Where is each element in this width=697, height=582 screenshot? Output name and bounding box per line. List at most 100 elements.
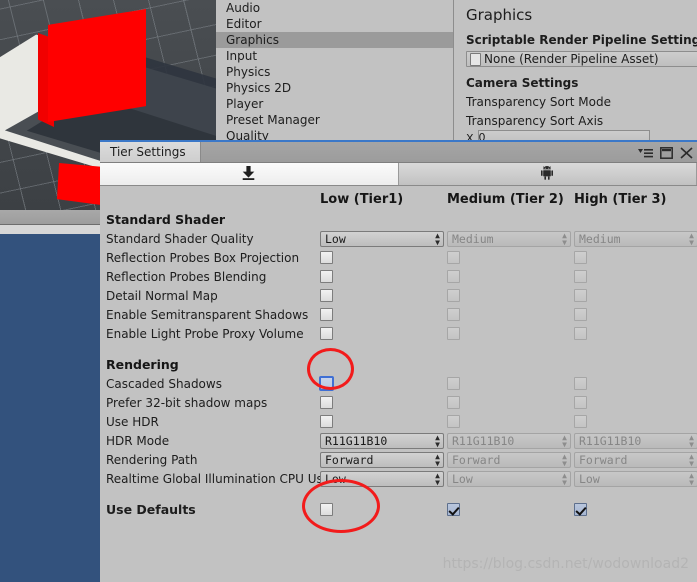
- settings-category-audio[interactable]: Audio: [216, 0, 453, 16]
- reflection-probes-box-projection-checkbox-tier1[interactable]: [320, 251, 333, 264]
- chevron-updown-icon: ▲ ▼: [689, 230, 694, 247]
- enable-semitransparent-shadows-checkbox-tier1[interactable]: [320, 308, 333, 321]
- enable-semitransparent-shadows-checkbox-tier3[interactable]: [574, 308, 587, 321]
- dropdown-value: Low: [325, 231, 346, 246]
- menu-icon[interactable]: [638, 144, 653, 163]
- cell-tier2: Low ▲ ▼: [447, 470, 574, 487]
- cell-tier2: [447, 308, 574, 321]
- cell-tier3: [574, 415, 697, 428]
- tier-column-headers: Low (Tier1) Medium (Tier 2) High (Tier 3…: [104, 188, 697, 210]
- platform-tab-bar[interactable]: [100, 163, 697, 186]
- tier-settings-titlebar[interactable]: Tier Settings: [100, 142, 697, 163]
- use-hdr-checkbox-tier1[interactable]: [320, 415, 333, 428]
- reflection-probes-box-projection-checkbox-tier3[interactable]: [574, 251, 587, 264]
- prefer-32bit-shadow-maps-checkbox-tier1[interactable]: [320, 396, 333, 409]
- chevron-updown-icon: ▲ ▼: [689, 432, 694, 449]
- standard-shader-quality-dropdown-tier1[interactable]: Low ▲ ▼: [320, 230, 444, 247]
- srp-section-header: Scriptable Render Pipeline Settings: [466, 33, 697, 47]
- chevron-updown-icon: ▲ ▼: [562, 230, 567, 247]
- hdr-mode-dropdown-tier3[interactable]: R11G11B10 ▲ ▼: [574, 432, 697, 449]
- settings-category-graphics[interactable]: Graphics: [216, 32, 453, 48]
- rendering-path-dropdown-tier2[interactable]: Forward ▲ ▼: [447, 451, 571, 468]
- settings-category-label: Editor: [226, 17, 262, 31]
- standard-shader-quality-dropdown-tier2[interactable]: Medium ▲ ▼: [447, 230, 571, 247]
- reflection-probes-blending-checkbox-tier2[interactable]: [447, 270, 460, 283]
- tab-label: Tier Settings: [110, 145, 186, 159]
- dropdown-value: Forward: [325, 452, 374, 467]
- reflection-probes-blending-checkbox-tier3[interactable]: [574, 270, 587, 283]
- use-hdr-checkbox-tier3[interactable]: [574, 415, 587, 428]
- group-title-rendering: Rendering: [106, 357, 179, 372]
- cell-tier2: [447, 503, 574, 516]
- chevron-updown-icon: ▲ ▼: [689, 470, 694, 487]
- dropdown-value: Medium: [452, 231, 494, 246]
- settings-category-preset-manager[interactable]: Preset Manager: [216, 112, 453, 128]
- settings-category-input[interactable]: Input: [216, 48, 453, 64]
- cell-tier1: Forward ▲ ▼: [320, 451, 447, 468]
- standard-shader-quality-dropdown-tier3[interactable]: Medium ▲ ▼: [574, 230, 697, 247]
- render-pipeline-asset-field[interactable]: None (Render Pipeline Asset): [466, 51, 697, 67]
- dropdown-value: Forward: [452, 452, 501, 467]
- detail-normal-map-checkbox-tier2[interactable]: [447, 289, 460, 302]
- row-enable-semitransparent-shadows: Enable Semitransparent Shadows: [104, 305, 697, 324]
- maximize-icon[interactable]: [660, 144, 673, 163]
- settings-category-physics-2d[interactable]: Physics 2D: [216, 80, 453, 96]
- column-header-medium: Medium (Tier 2): [447, 191, 564, 207]
- chevron-updown-icon: ▲ ▼: [435, 470, 440, 487]
- use-defaults-checkbox-tier1[interactable]: [320, 503, 333, 516]
- graphics-settings-detail: Graphics Scriptable Render Pipeline Sett…: [454, 0, 697, 148]
- realtime-gi-cpu-usage-dropdown-tier2[interactable]: Low ▲ ▼: [447, 470, 571, 487]
- row-label: Realtime Global Illumination CPU Usa: [106, 471, 320, 486]
- project-panel[interactable]: [0, 234, 100, 582]
- row-use-defaults: Use Defaults: [104, 500, 697, 519]
- close-icon[interactable]: [680, 144, 693, 163]
- rendering-path-dropdown-tier1[interactable]: Forward ▲ ▼: [320, 451, 444, 468]
- enable-light-probe-proxy-volume-checkbox-tier2[interactable]: [447, 327, 460, 340]
- chevron-updown-icon: ▲ ▼: [562, 470, 567, 487]
- cascaded-shadows-checkbox-tier3[interactable]: [574, 377, 587, 390]
- enable-light-probe-proxy-volume-checkbox-tier3[interactable]: [574, 327, 587, 340]
- use-defaults-checkbox-tier2[interactable]: [447, 503, 460, 516]
- detail-normal-map-checkbox-tier1[interactable]: [320, 289, 333, 302]
- enable-light-probe-proxy-volume-checkbox-tier1[interactable]: [320, 327, 333, 340]
- cascaded-shadows-checkbox-tier2[interactable]: [447, 377, 460, 390]
- scene-bottom-toolbar[interactable]: [0, 210, 100, 225]
- dropdown-value: R11G11B10: [452, 433, 515, 448]
- hdr-mode-dropdown-tier1[interactable]: R11G11B10 ▲ ▼: [320, 432, 444, 449]
- settings-category-physics[interactable]: Physics: [216, 64, 453, 80]
- prefer-32bit-shadow-maps-checkbox-tier2[interactable]: [447, 396, 460, 409]
- use-hdr-checkbox-tier2[interactable]: [447, 415, 460, 428]
- settings-category-label: Physics: [226, 65, 271, 79]
- realtime-gi-cpu-usage-dropdown-tier1[interactable]: Low ▲ ▼: [320, 470, 444, 487]
- prefer-32bit-shadow-maps-checkbox-tier3[interactable]: [574, 396, 587, 409]
- settings-category-label: Graphics: [226, 33, 279, 47]
- use-defaults-checkbox-tier3[interactable]: [574, 503, 587, 516]
- column-header-low: Low (Tier1): [320, 191, 404, 207]
- enable-semitransparent-shadows-checkbox-tier2[interactable]: [447, 308, 460, 321]
- dropdown-value: R11G11B10: [579, 433, 642, 448]
- settings-category-player[interactable]: Player: [216, 96, 453, 112]
- screenshot-root: Audio Editor Graphics Input Physics Phys…: [0, 0, 697, 582]
- cube-front-face[interactable]: [48, 9, 146, 122]
- tab-tier-settings[interactable]: Tier Settings: [100, 142, 201, 162]
- platform-tab-android[interactable]: [398, 163, 697, 185]
- asset-document-icon: [470, 52, 481, 66]
- cell-tier2: [447, 289, 574, 302]
- settings-category-editor[interactable]: Editor: [216, 16, 453, 32]
- settings-category-list[interactable]: Audio Editor Graphics Input Physics Phys…: [216, 0, 454, 148]
- detail-normal-map-checkbox-tier3[interactable]: [574, 289, 587, 302]
- realtime-gi-cpu-usage-dropdown-tier3[interactable]: Low ▲ ▼: [574, 470, 697, 487]
- hdr-mode-dropdown-tier2[interactable]: R11G11B10 ▲ ▼: [447, 432, 571, 449]
- cascaded-shadows-checkbox-tier1[interactable]: [319, 376, 334, 391]
- row-reflection-probes-box-projection: Reflection Probes Box Projection: [104, 248, 697, 267]
- cell-tier3: [574, 327, 697, 340]
- reflection-probes-box-projection-checkbox-tier2[interactable]: [447, 251, 460, 264]
- chevron-updown-icon: ▲ ▼: [562, 451, 567, 468]
- cell-tier2: [447, 327, 574, 340]
- dropdown-value: Forward: [579, 452, 628, 467]
- rendering-path-dropdown-tier3[interactable]: Forward ▲ ▼: [574, 451, 697, 468]
- reflection-probes-blending-checkbox-tier1[interactable]: [320, 270, 333, 283]
- platform-tab-standalone[interactable]: [100, 163, 399, 185]
- row-detail-normal-map: Detail Normal Map: [104, 286, 697, 305]
